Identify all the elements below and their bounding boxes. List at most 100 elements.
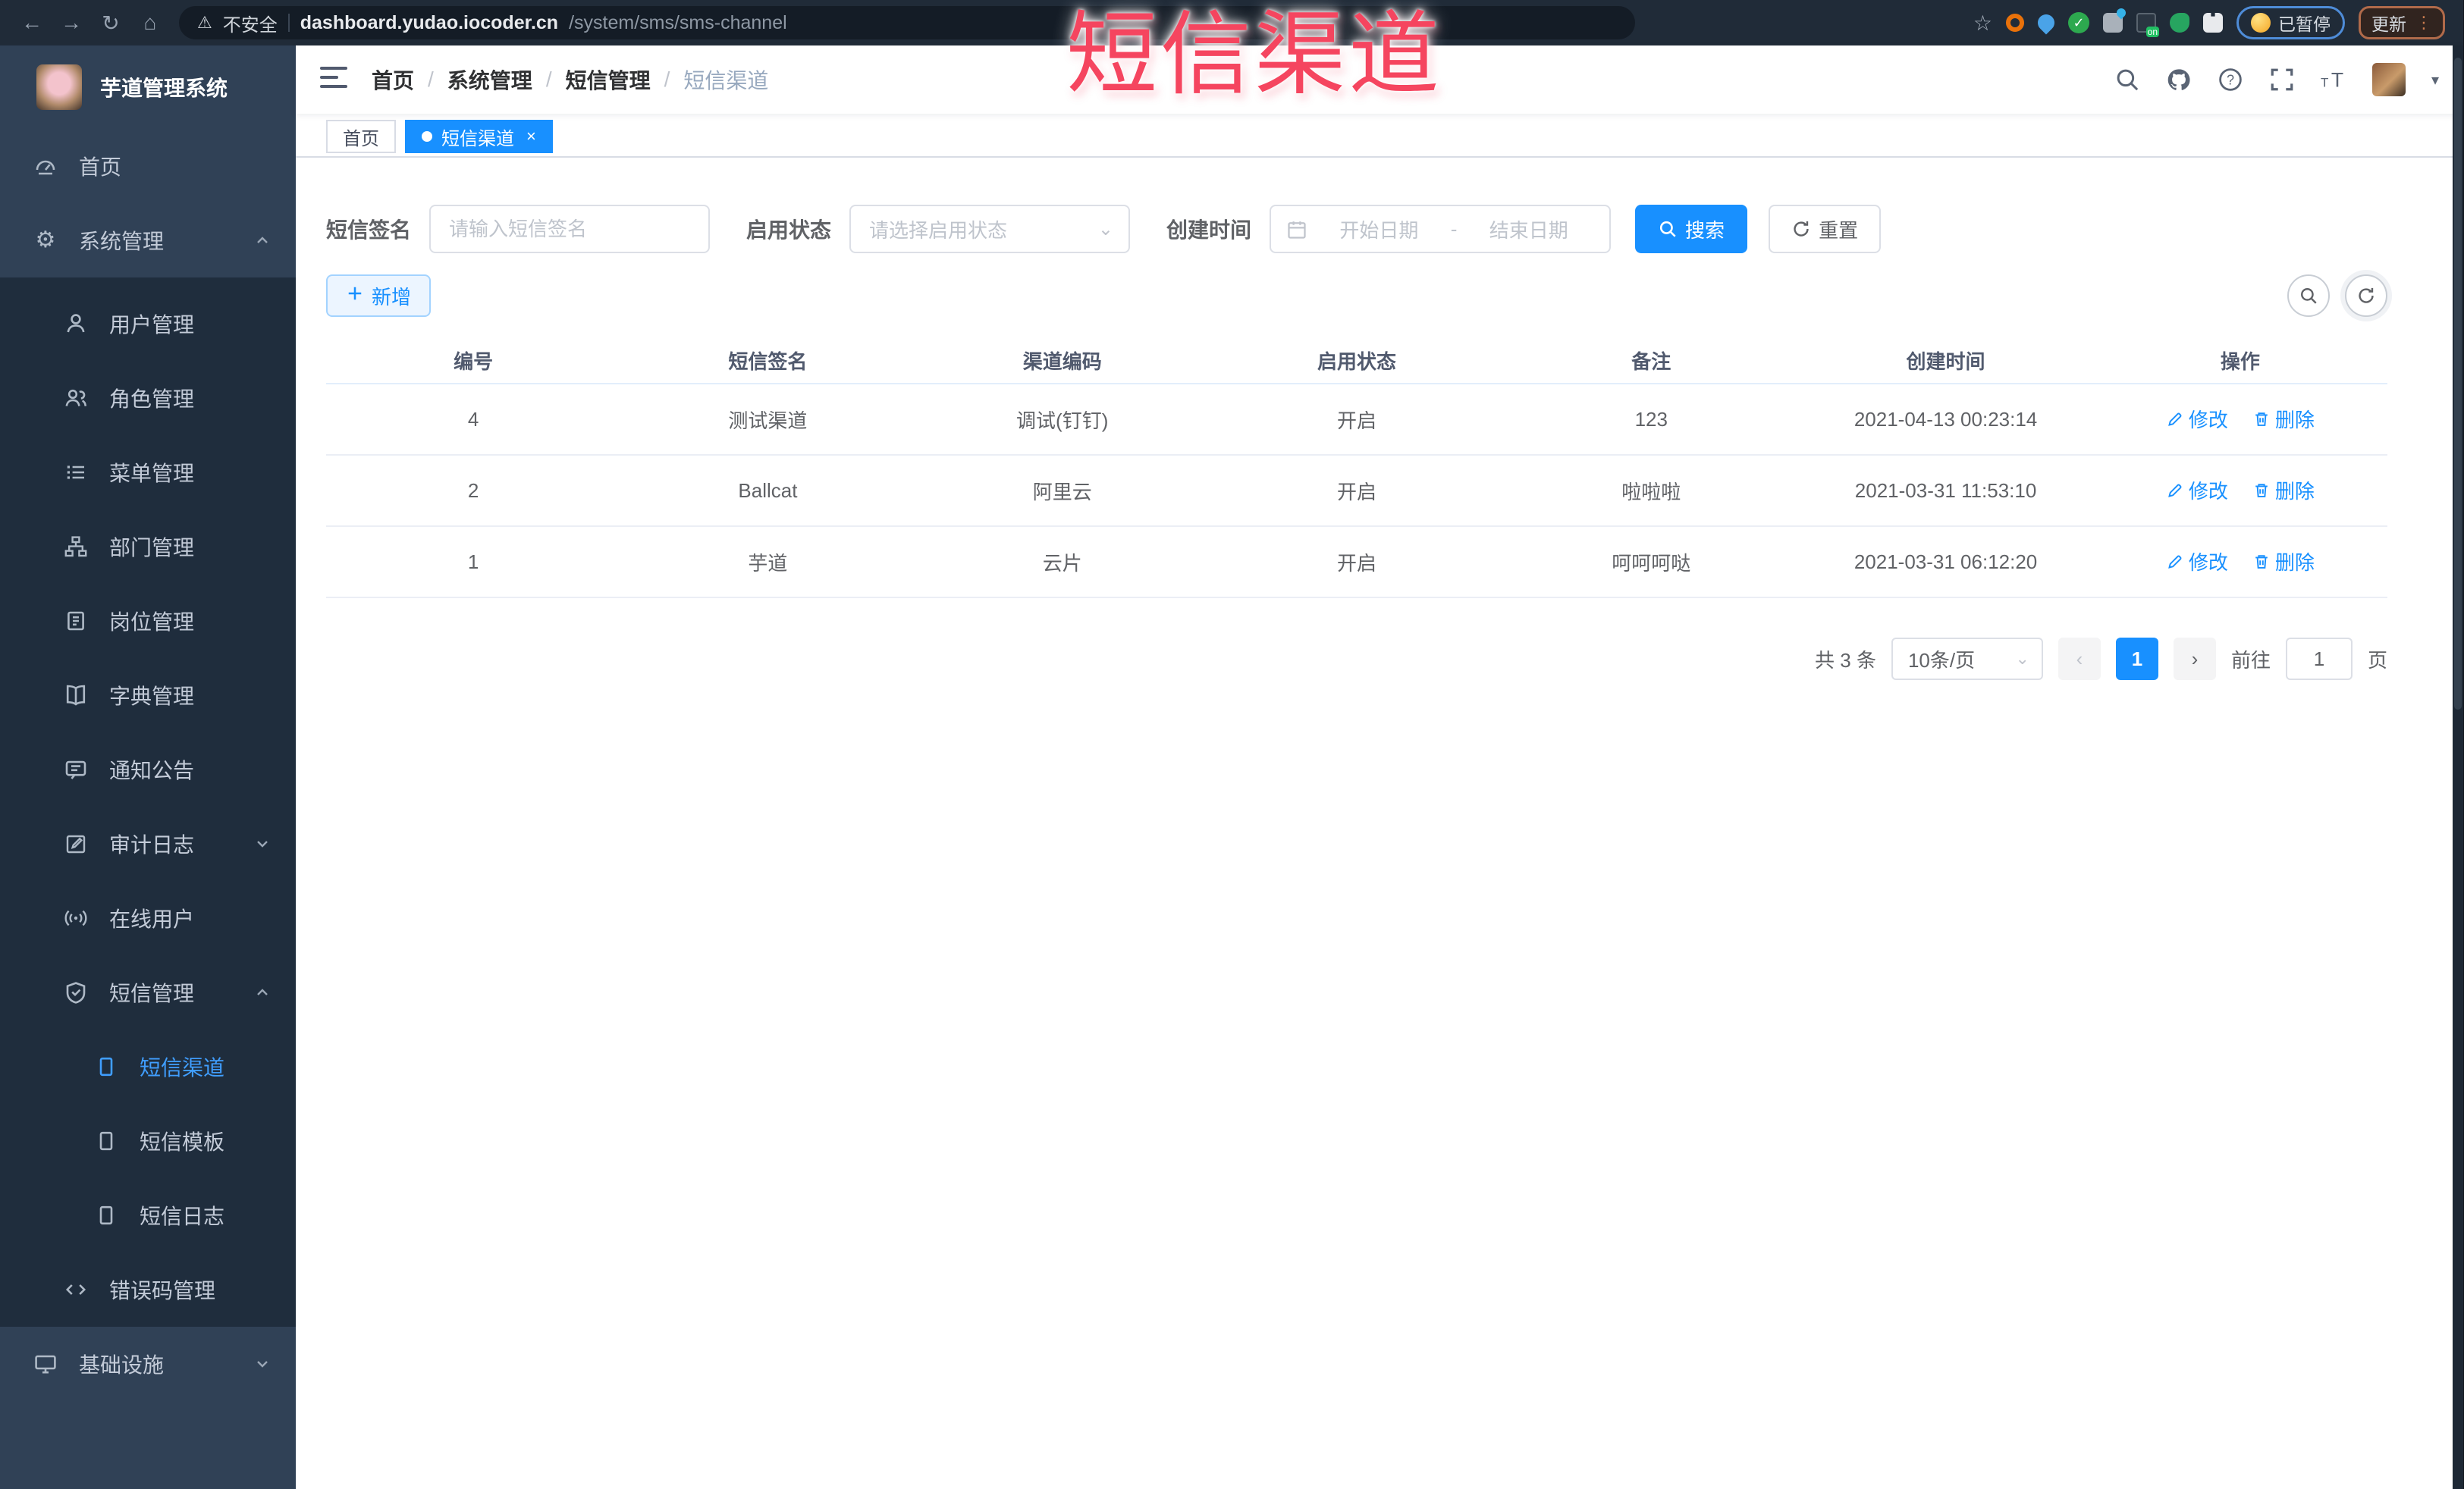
col-remark: 备注 (1504, 338, 1799, 384)
browser-chrome: ← → ↻ ⌂ ⚠ 不安全 dashboard.yudao.iocoder.cn… (0, 0, 2463, 45)
font-size-icon[interactable]: TT (2321, 67, 2346, 92)
page-number-1[interactable]: 1 (2115, 638, 2158, 680)
sidebar-item-dict[interactable]: 字典管理 (0, 658, 296, 732)
col-sign: 短信签名 (620, 338, 915, 384)
cell-id: 4 (326, 384, 621, 456)
page: ← → ↻ ⌂ ⚠ 不安全 dashboard.yudao.iocoder.cn… (0, 0, 2463, 1489)
sidebar-item-departments[interactable]: 部门管理 (0, 509, 296, 584)
sidebar-logo[interactable]: 芋道管理系统 (0, 45, 296, 129)
scrollbar-thumb[interactable] (2454, 58, 2462, 710)
sidebar-item-sms-log[interactable]: 短信日志 (0, 1178, 296, 1252)
trash-icon (2255, 412, 2268, 426)
reset-button[interactable]: 重置 (1769, 205, 1882, 253)
sidebar-item-home[interactable]: 首页 (0, 129, 296, 203)
delete-link[interactable]: 删除 (2252, 405, 2315, 433)
range-separator: - (1450, 217, 1458, 240)
org-tree-icon (64, 534, 88, 559)
page-size-select[interactable]: 10条/页 ⌄ (1891, 638, 2043, 680)
github-icon[interactable] (2166, 67, 2192, 92)
extension-orange-ring-icon[interactable] (2006, 14, 2024, 32)
not-secure-label[interactable]: 不安全 (223, 10, 278, 36)
add-button[interactable]: 新增 (326, 274, 432, 317)
avatar-caret-down-icon[interactable]: ▾ (2431, 71, 2439, 89)
delete-link[interactable]: 删除 (2252, 476, 2315, 504)
reload-icon[interactable]: ↻ (91, 11, 130, 36)
prev-page-button[interactable]: ‹ (2058, 638, 2101, 680)
browser-scrollbar[interactable] (2453, 45, 2463, 1489)
sidebar-item-sms-channel[interactable]: 短信渠道 (0, 1030, 296, 1104)
sidebar-item-sms[interactable]: 短信管理 (0, 955, 296, 1030)
not-secure-warning-icon: ⚠ (197, 13, 212, 32)
tab-close-icon[interactable]: × (526, 128, 536, 145)
svg-text:T: T (2321, 76, 2328, 90)
help-icon[interactable]: ? (2218, 67, 2243, 92)
bookmark-star-icon[interactable]: ☆ (1973, 11, 1992, 36)
extension-gray-drop-icon[interactable] (2103, 13, 2123, 33)
user-avatar[interactable] (2371, 63, 2406, 96)
goto-page-input[interactable] (2285, 638, 2353, 680)
sign-label: 短信签名 (326, 218, 412, 242)
edit-icon (2167, 484, 2182, 497)
cell-actions: 修改 删除 (2092, 526, 2387, 598)
sidebar-item-online-users[interactable]: 在线用户 (0, 881, 296, 955)
sidebar-item-audit-log[interactable]: 审计日志 (0, 807, 296, 881)
refresh-icon (2359, 287, 2374, 303)
home-icon[interactable]: ⌂ (130, 11, 170, 35)
cell-actions: 修改 删除 (2092, 455, 2387, 527)
sidebar-item-label: 审计日志 (109, 833, 195, 857)
tab-sms-channel[interactable]: 短信渠道 × (405, 120, 553, 153)
sidebar-item-error-code[interactable]: 错误码管理 (0, 1252, 296, 1327)
extension-green-check-icon[interactable]: ✓ (2068, 12, 2089, 33)
profile-paused-pill[interactable]: 已暂停 (2236, 6, 2345, 39)
address-bar[interactable]: ⚠ 不安全 dashboard.yudao.iocoder.cn/system/… (179, 6, 1635, 39)
date-range-picker[interactable]: 开始日期 - 结束日期 (1270, 205, 1612, 253)
cell-status: 开启 (1209, 384, 1505, 456)
breadcrumb-home[interactable]: 首页 (372, 64, 414, 95)
next-page-button[interactable]: › (2173, 638, 2216, 680)
book-icon (64, 683, 88, 707)
cell-sign: Ballcat (620, 455, 915, 527)
edit-link[interactable]: 修改 (2166, 476, 2228, 504)
extensions-puzzle-icon[interactable] (2203, 13, 2223, 33)
sign-input[interactable] (429, 205, 711, 253)
breadcrumb-system[interactable]: 系统管理 (447, 64, 532, 95)
fullscreen-icon[interactable] (2269, 67, 2295, 92)
browser-menu-icon: ⋮ (2415, 13, 2432, 32)
tab-home[interactable]: 首页 (326, 120, 396, 153)
announcement-icon (64, 757, 88, 782)
breadcrumb-sms[interactable]: 短信管理 (566, 64, 651, 95)
sidebar-item-label: 部门管理 (109, 536, 195, 560)
sidebar-item-users[interactable]: 用户管理 (0, 287, 296, 361)
search-button[interactable]: 搜索 (1635, 205, 1748, 253)
sidebar-item-infra[interactable]: 基础设施 (0, 1327, 296, 1401)
extension-leaf-icon[interactable] (2170, 13, 2189, 33)
chrome-update-button[interactable]: 更新 ⋮ (2359, 6, 2445, 39)
extension-dark-on-icon[interactable] (2136, 13, 2159, 37)
search-icon[interactable] (2114, 67, 2140, 92)
search-button-label: 搜索 (1685, 218, 1725, 242)
extension-blue-drop-icon[interactable] (2034, 11, 2058, 35)
delete-link[interactable]: 删除 (2252, 547, 2315, 575)
status-select[interactable]: 请选择启用状态 ⌄ (849, 205, 1131, 253)
back-icon[interactable]: ← (12, 11, 52, 35)
toggle-search-button[interactable] (2287, 274, 2330, 317)
tab-label: 首页 (343, 128, 379, 149)
refresh-table-button[interactable] (2345, 274, 2387, 317)
edit-link[interactable]: 修改 (2166, 405, 2228, 433)
sidebar-item-sms-template[interactable]: 短信模板 (0, 1104, 296, 1178)
sidebar-item-notice[interactable]: 通知公告 (0, 732, 296, 807)
sidebar-item-label: 用户管理 (109, 313, 195, 337)
sidebar-item-system[interactable]: ⚙ 系统管理 (0, 203, 296, 277)
forward-icon[interactable]: → (52, 11, 91, 35)
user-icon (64, 312, 88, 336)
edit-link[interactable]: 修改 (2166, 547, 2228, 575)
refresh-icon (1791, 219, 1811, 239)
sidebar-item-menus[interactable]: 菜单管理 (0, 435, 296, 509)
col-status: 启用状态 (1209, 338, 1505, 384)
status-select-placeholder: 请选择启用状态 (869, 218, 1008, 242)
sidebar-item-posts[interactable]: 岗位管理 (0, 584, 296, 658)
tab-label: 短信渠道 (441, 128, 514, 149)
sms-channel-table: 编号 短信签名 渠道编码 启用状态 备注 创建时间 操作 4 测试渠道 调试(钉… (326, 338, 2387, 598)
sidebar-item-roles[interactable]: 角色管理 (0, 361, 296, 435)
sidebar-collapse-icon[interactable] (320, 66, 347, 94)
